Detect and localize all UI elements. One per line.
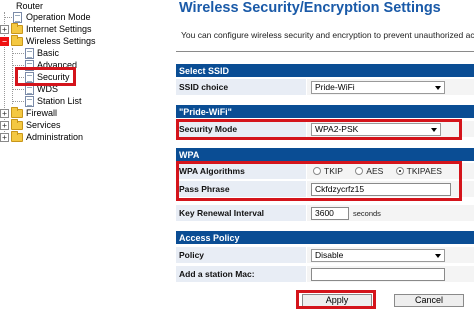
key-renewal-unit: seconds	[353, 209, 381, 218]
tree-item-label: Basic	[37, 48, 60, 58]
ssid-choice-row: SSID choice Pride-WiFi	[176, 79, 474, 96]
folder-open-icon	[11, 35, 23, 46]
wpa-highlight-box	[176, 161, 462, 201]
tree-item-label: Administration	[26, 132, 84, 142]
add-mac-row: Add a station Mac:	[176, 266, 474, 283]
section-header-access-policy: Access Policy	[176, 231, 474, 245]
policy-value: Disable	[315, 250, 344, 260]
tree-item-label: Station List	[37, 96, 82, 106]
folder-icon	[11, 119, 23, 130]
page-icon	[13, 12, 22, 23]
add-mac-label: Add a station Mac:	[176, 266, 306, 282]
ssid-choice-cell: Pride-WiFi	[307, 79, 474, 95]
tree-item-label: Wireless Settings	[26, 36, 96, 46]
policy-select[interactable]: Disable	[311, 249, 445, 262]
key-renewal-label: Key Renewal Interval	[176, 205, 306, 221]
divider	[176, 51, 474, 52]
policy-label: Policy	[176, 247, 306, 263]
add-mac-input[interactable]	[311, 268, 445, 281]
section-header-select-ssid: Select SSID	[176, 64, 474, 78]
key-renewal-input[interactable]: 3600	[311, 207, 349, 220]
tree-item-label: Internet Settings	[26, 24, 92, 34]
key-renewal-row: Key Renewal Interval 3600 seconds	[176, 205, 474, 222]
expand-plus-icon[interactable]: +	[0, 109, 9, 118]
apply-highlight-box	[296, 290, 376, 309]
security-mode-highlight-box	[176, 119, 462, 140]
tree-item-label: Services	[26, 120, 61, 130]
page-description: You can configure wireless security and …	[181, 30, 474, 40]
cancel-button[interactable]: Cancel	[394, 294, 464, 307]
navigation-tree: Router Operation Mode + Internet Setting…	[0, 0, 165, 313]
expand-plus-icon[interactable]: +	[0, 25, 9, 34]
key-renewal-cell: 3600 seconds	[307, 205, 474, 221]
page-icon	[25, 48, 34, 59]
policy-row: Policy Disable	[176, 247, 474, 264]
section-header-wpa: WPA	[176, 148, 474, 162]
page-icon	[25, 96, 34, 107]
policy-cell: Disable	[307, 247, 474, 263]
folder-icon	[11, 23, 23, 34]
tree-item-label: Firewall	[26, 108, 58, 118]
add-mac-cell	[307, 266, 474, 282]
security-highlight-box	[15, 67, 76, 86]
chevron-down-icon	[435, 254, 441, 258]
ssid-choice-select[interactable]: Pride-WiFi	[311, 81, 445, 94]
collapse-minus-icon[interactable]: −	[0, 37, 9, 46]
expand-plus-icon[interactable]: +	[0, 121, 9, 130]
folder-icon	[11, 107, 23, 118]
ssid-choice-label: SSID choice	[176, 79, 306, 95]
page-title: Wireless Security/Encryption Settings	[179, 0, 441, 16]
section-header-ssid: "Pride-WiFi"	[176, 105, 474, 119]
tree-item-label: Operation Mode	[26, 12, 91, 22]
ssid-choice-value: Pride-WiFi	[315, 82, 355, 92]
folder-icon	[11, 131, 23, 142]
chevron-down-icon	[435, 86, 441, 90]
expand-plus-icon[interactable]: +	[0, 133, 9, 142]
